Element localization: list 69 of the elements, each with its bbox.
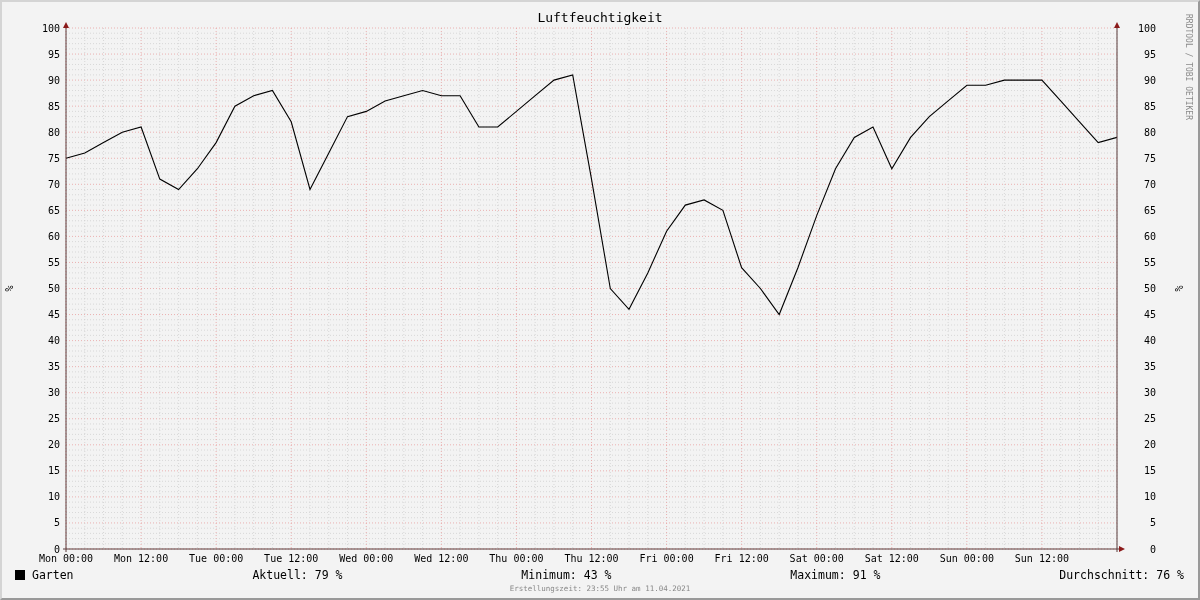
axis-tick-label: Tue 12:00 — [264, 553, 319, 564]
chart-title: Luftfeuchtigkeit — [537, 10, 663, 26]
axis-tick-label: Thu 12:00 — [564, 553, 619, 564]
axis-tick-label: 85 — [47, 100, 60, 112]
axis-tick-label: 20 — [47, 439, 60, 451]
axis-tick-label: 75 — [1143, 152, 1156, 164]
axis-tick-label: 80 — [47, 126, 60, 138]
stat-value: 76 % — [1156, 568, 1184, 582]
axis-tick-label: Wed 12:00 — [414, 553, 469, 564]
legend-label: Garten — [32, 568, 74, 582]
axis-tick-label: 45 — [1143, 309, 1156, 321]
credit-text: RRDTOOL / TOBI OETIKER — [1184, 14, 1193, 120]
axis-title: % — [1173, 285, 1184, 292]
axis-tick-label: 80 — [1143, 126, 1156, 138]
axis-tick-label: Wed 00:00 — [339, 553, 394, 564]
axis-tick-label: 25 — [47, 413, 60, 425]
axis-tick-label: Mon 12:00 — [114, 553, 169, 564]
axis-tick-label: 45 — [47, 309, 60, 321]
axis-tick-label: Thu 00:00 — [489, 553, 544, 564]
axis-tick-label: 40 — [47, 335, 60, 347]
axis-tick-label: 5 — [53, 517, 60, 529]
axis-title: % — [4, 285, 15, 292]
axis-tick-label: 30 — [47, 387, 60, 399]
stat-label: Minimum: — [521, 568, 577, 582]
axis-tick-label: 10 — [1143, 491, 1156, 503]
axis-tick-label: 100 — [41, 22, 60, 34]
axis-tick-label: Fri 12:00 — [714, 553, 769, 564]
axis-tick-label: 35 — [47, 361, 60, 373]
axis-tick-label: 50 — [1143, 283, 1156, 294]
axis-tick-label: 85 — [1143, 100, 1156, 112]
axis-tick-label: 20 — [1143, 439, 1156, 451]
axis-tick-label: 55 — [47, 256, 60, 268]
stat-value: 79 % — [314, 568, 343, 582]
axis-tick-label: 95 — [47, 48, 60, 60]
axis-tick-label: 95 — [1143, 48, 1156, 60]
stat-value: 43 % — [583, 568, 612, 582]
stat-label: Aktuell: — [252, 568, 308, 582]
axis-tick-label: 30 — [1143, 387, 1156, 399]
axis-tick-label: 70 — [47, 178, 60, 190]
axis-tick-label: Sat 12:00 — [864, 553, 919, 564]
axis-tick-label: Mon 00:00 — [38, 553, 94, 564]
axis-tick-label: 55 — [1143, 256, 1156, 268]
axis-tick-label: 65 — [1143, 204, 1156, 216]
axis-tick-label: 15 — [47, 465, 60, 477]
axis-tick-label: 75 — [47, 152, 60, 164]
axis-tick-label: Sat 00:00 — [789, 553, 844, 564]
axis-tick-label: 40 — [1143, 335, 1156, 347]
stat-label: Durchschnitt: — [1059, 568, 1150, 582]
axis-tick-label: 100 — [1137, 22, 1156, 34]
axis-tick-label: 10 — [47, 491, 60, 503]
axis-tick-label: Fri 00:00 — [639, 553, 694, 564]
axis-tick-label: Tue 00:00 — [189, 553, 244, 564]
stat-label: Maximum: — [790, 568, 846, 582]
axis-tick-label: 0 — [53, 543, 60, 555]
axis-tick-label: 25 — [1143, 413, 1156, 425]
axis-tick-label: 5 — [1149, 517, 1156, 529]
axis-tick-label: 65 — [47, 204, 60, 216]
stat-value: 91 % — [852, 568, 881, 582]
axis-tick-label: 60 — [47, 230, 60, 242]
axis-tick-label: 15 — [1143, 465, 1156, 477]
axis-tick-label: 90 — [1143, 74, 1156, 86]
axis-tick-label: 60 — [1143, 230, 1156, 242]
axis-tick-label: Sun 12:00 — [1014, 553, 1069, 564]
axis-tick-label: 0 — [1149, 543, 1156, 555]
axis-tick-label: 50 — [47, 283, 60, 294]
axis-tick-label: Sun 00:00 — [939, 553, 994, 564]
axis-tick-label: 90 — [47, 74, 60, 86]
axis-tick-label: 70 — [1143, 178, 1156, 190]
axis-tick-label: 35 — [1143, 361, 1156, 373]
